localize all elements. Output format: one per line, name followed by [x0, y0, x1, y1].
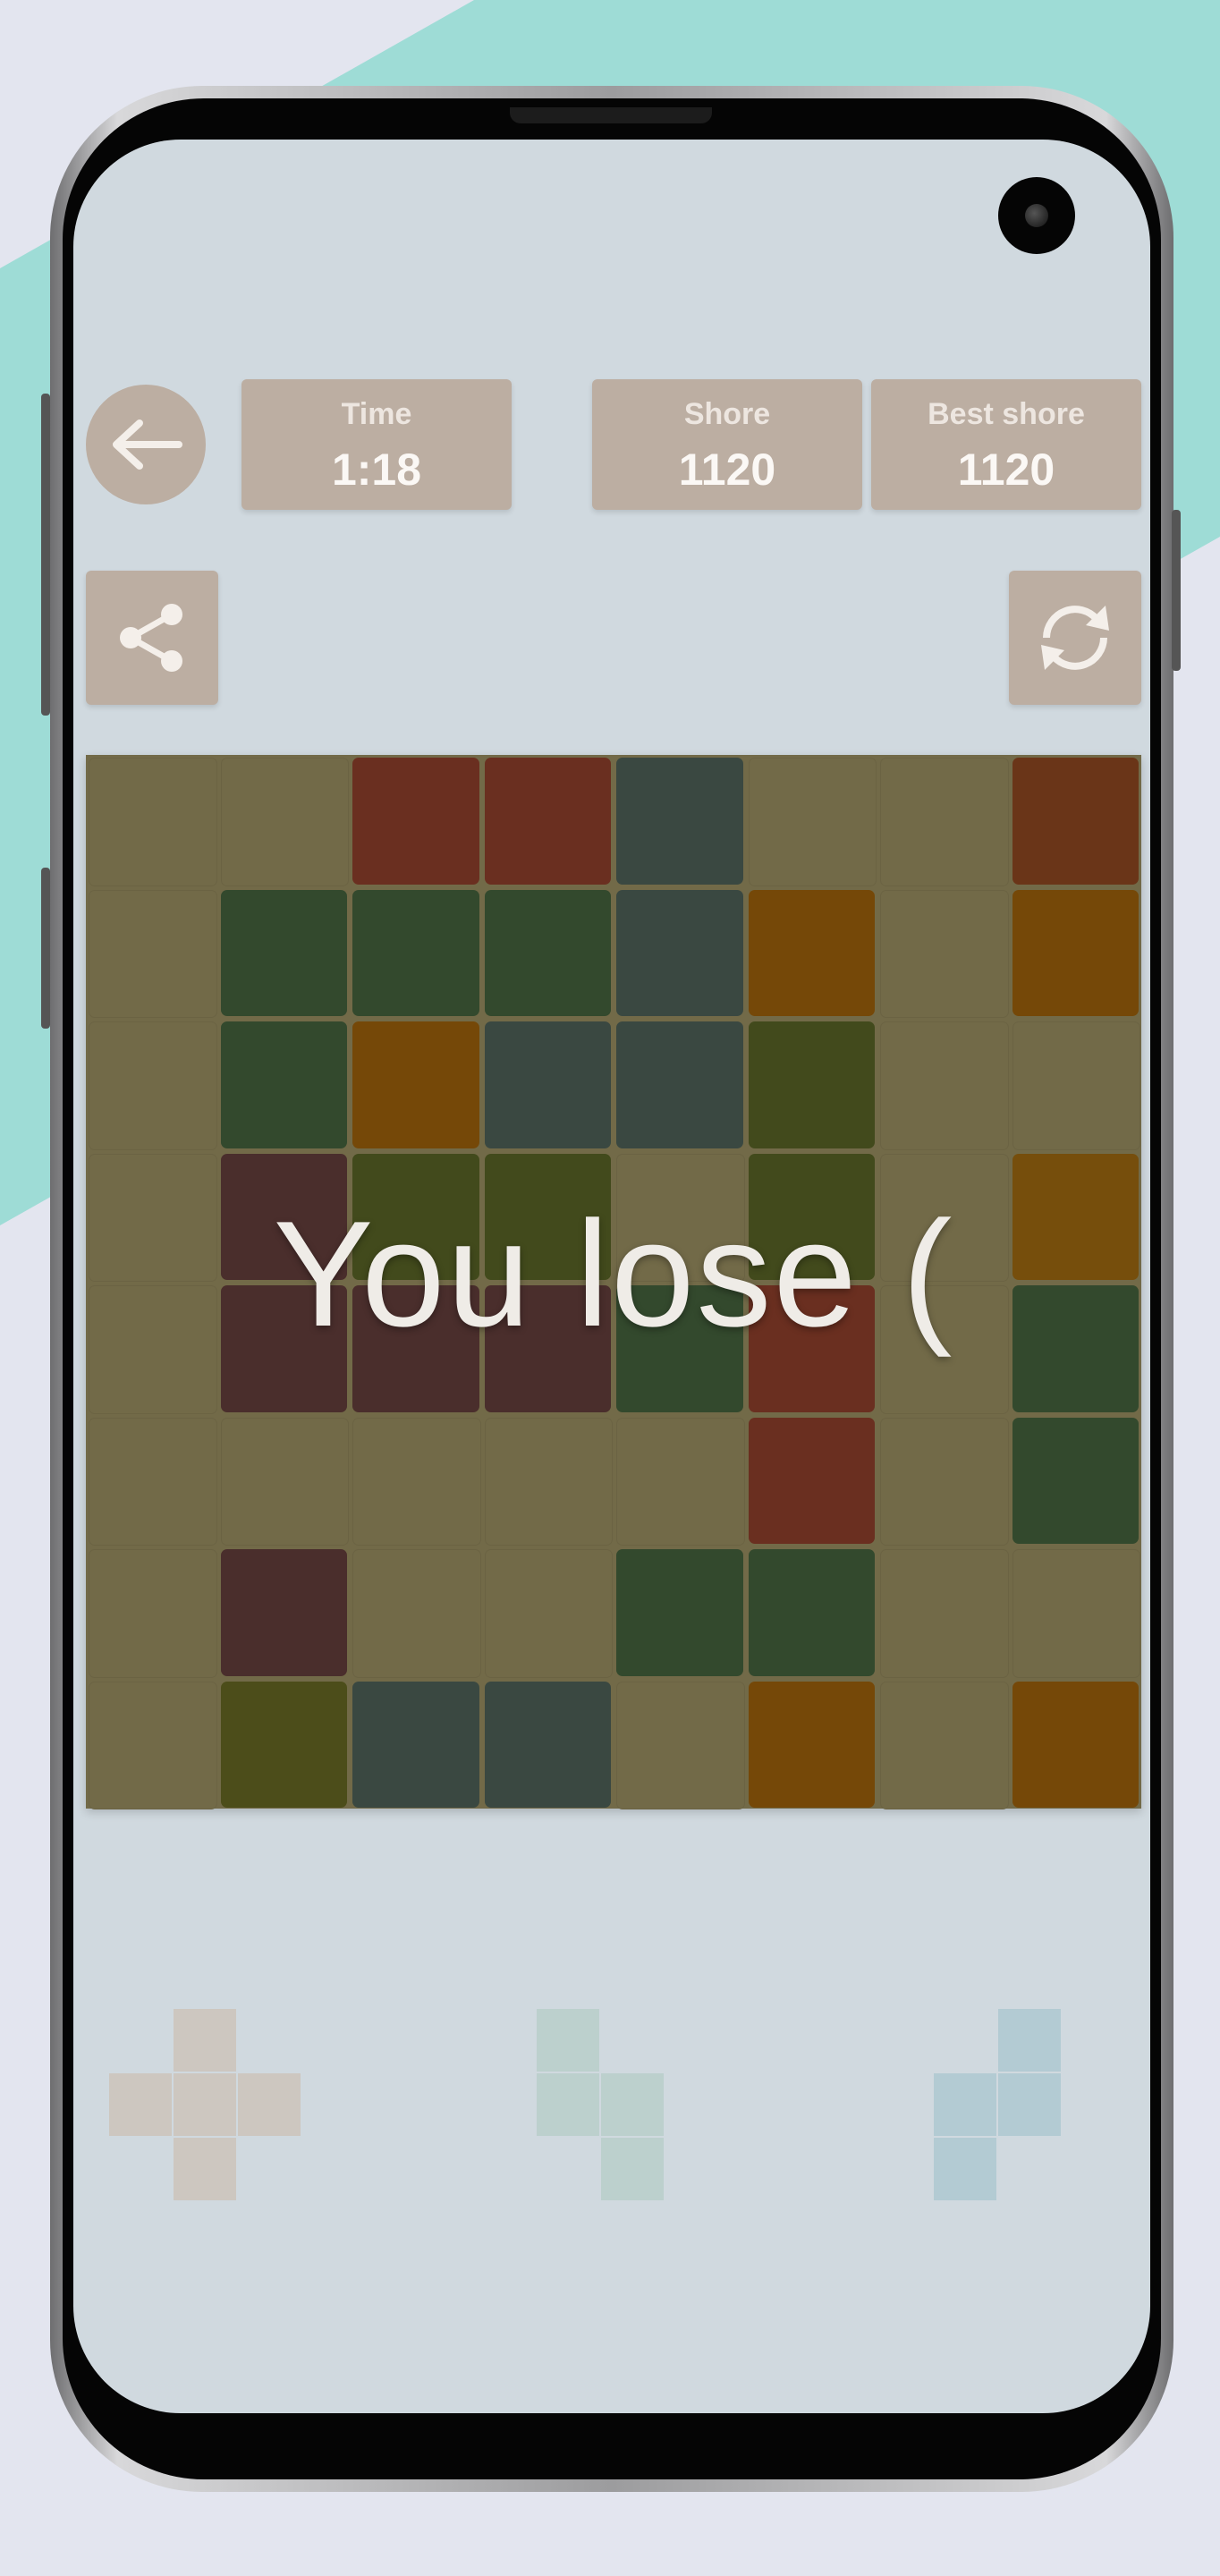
- piece-cell: [174, 2073, 236, 2136]
- back-button[interactable]: [86, 385, 206, 504]
- piece-cell: [934, 2138, 996, 2200]
- board-cell-empty[interactable]: [89, 758, 217, 886]
- board-cell-empty[interactable]: [1012, 1549, 1140, 1678]
- refresh-icon: [1041, 606, 1109, 670]
- time-panel: Time 1:18: [241, 379, 512, 510]
- board-cell-empty[interactable]: [89, 1417, 217, 1546]
- piece-cell: [109, 2073, 172, 2136]
- board-cell-filled[interactable]: [616, 1549, 743, 1676]
- share-icon: [120, 604, 182, 672]
- piece-cell: [998, 2009, 1061, 2072]
- volume-button: [41, 394, 50, 716]
- board-cell-filled[interactable]: [748, 1021, 875, 1148]
- piece-cell: [998, 2073, 1061, 2136]
- board-cell-filled[interactable]: [1012, 758, 1139, 885]
- time-label: Time: [341, 397, 412, 431]
- piece-cell: [238, 2073, 301, 2136]
- piece-cell: [934, 2073, 996, 2136]
- board-cell-empty[interactable]: [352, 1417, 481, 1546]
- board-cell-empty[interactable]: [220, 1417, 349, 1546]
- board-cell-filled[interactable]: [352, 1021, 479, 1148]
- board-cell-empty[interactable]: [220, 758, 349, 886]
- piece-cell: [537, 2073, 599, 2136]
- board-cell-filled[interactable]: [220, 1681, 347, 1808]
- board-cell-filled[interactable]: [352, 758, 479, 885]
- bixby-button: [41, 868, 50, 1029]
- board-cell-filled[interactable]: [748, 1417, 875, 1544]
- score-panel: Shore 1120: [592, 379, 862, 510]
- lose-message: You lose (: [273, 1190, 954, 1358]
- board-cell-empty[interactable]: [89, 1021, 217, 1150]
- board-cell-empty[interactable]: [484, 1417, 613, 1546]
- board-cell-empty[interactable]: [89, 889, 217, 1018]
- board-cell-filled[interactable]: [484, 1021, 611, 1148]
- board-cell-empty[interactable]: [880, 1549, 1009, 1678]
- board-cell-empty[interactable]: [352, 1549, 481, 1678]
- board-cell-filled[interactable]: [352, 1681, 479, 1808]
- board-cell-empty[interactable]: [616, 1417, 745, 1546]
- board-cell-empty[interactable]: [880, 758, 1009, 886]
- piece-cell: [537, 2009, 599, 2072]
- piece-cell: [174, 2009, 236, 2072]
- piece-cell: [174, 2138, 236, 2200]
- board-cell-filled[interactable]: [748, 1549, 875, 1676]
- board-cell-filled[interactable]: [616, 1021, 743, 1148]
- board-cell-empty[interactable]: [616, 1681, 745, 1809]
- board-cell-filled[interactable]: [1012, 1681, 1139, 1808]
- score-value: 1120: [678, 445, 776, 495]
- best-score-value: 1120: [957, 445, 1055, 495]
- board-cell-empty[interactable]: [89, 1681, 217, 1809]
- board-cell-filled[interactable]: [484, 889, 611, 1016]
- board-cell-filled[interactable]: [748, 1681, 875, 1808]
- board-cell-empty[interactable]: [748, 758, 877, 886]
- board-cell-filled[interactable]: [484, 758, 611, 885]
- restart-button[interactable]: [1009, 571, 1141, 705]
- board-cell-empty[interactable]: [1012, 1021, 1140, 1150]
- board-cell-filled[interactable]: [1012, 889, 1139, 1016]
- board-cell-filled[interactable]: [352, 889, 479, 1016]
- piece-cell: [601, 2138, 664, 2200]
- share-button[interactable]: [86, 571, 218, 705]
- board-cell-filled[interactable]: [616, 889, 743, 1016]
- board-cell-filled[interactable]: [616, 758, 743, 885]
- board-cell-empty[interactable]: [880, 889, 1009, 1018]
- best-score-panel: Best shore 1120: [871, 379, 1141, 510]
- game-screen: Time 1:18 Shore 1120 Best shore 1120 You…: [73, 140, 1150, 2413]
- board-cell-empty[interactable]: [89, 1549, 217, 1678]
- earpiece-speaker: [510, 107, 712, 123]
- board-cell-filled[interactable]: [220, 889, 347, 1016]
- board-cell-filled[interactable]: [484, 1681, 611, 1808]
- piece-cell: [601, 2073, 664, 2136]
- board-cell-empty[interactable]: [484, 1549, 613, 1678]
- board-cell-empty[interactable]: [880, 1021, 1009, 1150]
- board-cell-empty[interactable]: [880, 1417, 1009, 1546]
- board-cell-filled[interactable]: [220, 1549, 347, 1676]
- score-label: Shore: [683, 397, 771, 431]
- time-value: 1:18: [331, 445, 422, 495]
- board-cell-filled[interactable]: [748, 889, 875, 1016]
- front-camera: [998, 177, 1075, 254]
- best-score-label: Best shore: [928, 397, 1085, 431]
- board-cell-filled[interactable]: [1012, 1417, 1139, 1544]
- arrow-left-icon: [113, 419, 182, 470]
- board-cell-empty[interactable]: [880, 1681, 1009, 1809]
- board-cell-filled[interactable]: [220, 1021, 347, 1148]
- power-button: [1172, 510, 1181, 671]
